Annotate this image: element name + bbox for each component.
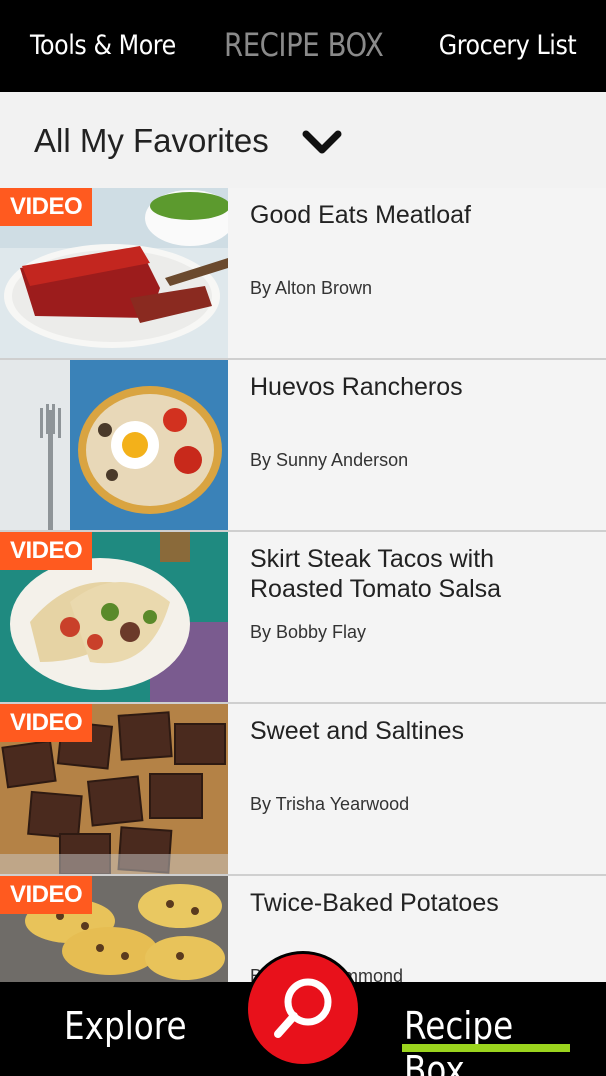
search-icon	[274, 978, 332, 1038]
recipe-box-tab[interactable]: Recipe Box	[404, 1004, 578, 1076]
video-badge: VIDEO	[0, 704, 93, 742]
recipe-row[interactable]: VIDEO Sweet and Saltines By Trisha Yearw…	[0, 704, 606, 876]
favorites-filter[interactable]: All My Favorites	[0, 92, 606, 188]
recipe-author: By Sunny Anderson	[250, 450, 409, 470]
page-title: RECIPE BOX	[224, 26, 384, 64]
top-nav-bar: Tools & More RECIPE BOX Grocery List	[0, 0, 606, 92]
video-badge: VIDEO	[0, 876, 93, 914]
search-button[interactable]	[248, 954, 358, 1064]
recipe-title: Skirt Steak Tacos with Roasted Tomato Sa…	[250, 545, 502, 603]
recipe-title: Huevos Rancheros	[250, 373, 463, 401]
recipe-row[interactable]: VIDEO Good Eats Meatloaf By Alton Brown	[0, 188, 606, 360]
recipe-title: Sweet and Saltines	[250, 717, 465, 745]
active-tab-indicator	[402, 1044, 570, 1052]
tools-and-more-button[interactable]: Tools & More	[30, 30, 176, 61]
recipe-thumbnail: VIDEO	[0, 532, 228, 702]
chevron-down-icon[interactable]	[302, 130, 342, 156]
recipe-author: By Trisha Yearwood	[250, 794, 410, 814]
recipe-author: By Bobby Flay	[250, 622, 367, 642]
recipe-thumbnail: VIDEO	[0, 876, 228, 982]
recipe-list[interactable]: VIDEO Good Eats Meatloaf By Alton Brown	[0, 188, 606, 982]
recipe-thumbnail	[0, 360, 228, 530]
recipe-row[interactable]: Huevos Rancheros By Sunny Anderson	[0, 360, 606, 532]
recipe-thumbnail: VIDEO	[0, 188, 228, 358]
recipe-thumbnail: VIDEO	[0, 704, 228, 874]
filter-label: All My Favorites	[34, 122, 269, 159]
recipe-row[interactable]: VIDEO Skirt Steak Tacos with Roasted Tom…	[0, 532, 606, 704]
recipe-author: By Alton Brown	[250, 278, 373, 298]
recipe-title: Twice-Baked Potatoes	[250, 889, 499, 917]
explore-tab[interactable]: Explore	[64, 1004, 187, 1048]
video-badge: VIDEO	[0, 532, 93, 570]
recipe-title: Good Eats Meatloaf	[250, 201, 471, 229]
video-badge: VIDEO	[0, 188, 93, 226]
grocery-list-button[interactable]: Grocery List	[438, 30, 576, 61]
